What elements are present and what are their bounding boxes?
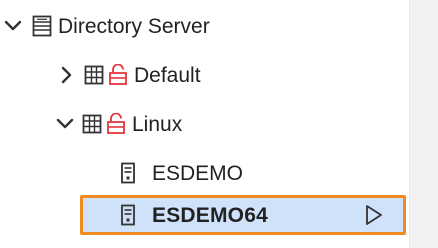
tree-node-esdemo64-selected[interactable]: ESDEMO64	[80, 195, 406, 235]
unlocked-icon	[106, 113, 126, 135]
server-grid-icon	[82, 114, 102, 134]
tree-node-esdemo64[interactable]: ESDEMO64	[120, 197, 268, 233]
tree-node-esdemo[interactable]: ESDEMO	[120, 155, 243, 191]
tree-node-directory-server[interactable]: Directory Server	[4, 8, 210, 44]
tree-node-linux[interactable]: Linux	[56, 106, 182, 142]
unlocked-icon	[108, 64, 128, 86]
chevron-down-icon[interactable]	[56, 118, 74, 130]
tree-label-directory-server: Directory Server	[58, 14, 210, 38]
tree-label-esdemo64: ESDEMO64	[152, 203, 268, 227]
tree-label-default: Default	[134, 63, 201, 87]
server-tower-icon	[120, 162, 136, 184]
tree-label-esdemo: ESDEMO	[152, 161, 244, 185]
chevron-down-icon[interactable]	[4, 20, 22, 32]
scrollbar[interactable]	[409, 0, 438, 248]
tree-node-default[interactable]: Default	[60, 57, 201, 93]
directory-tree: Directory Server Default Linux ESDEMO ES…	[0, 0, 410, 248]
tree-label-linux: Linux	[132, 112, 183, 136]
server-tower-icon	[120, 204, 136, 226]
server-list-icon	[32, 15, 52, 37]
play-icon[interactable]	[365, 204, 383, 231]
server-grid-icon	[84, 65, 104, 85]
chevron-right-icon[interactable]	[60, 66, 72, 84]
